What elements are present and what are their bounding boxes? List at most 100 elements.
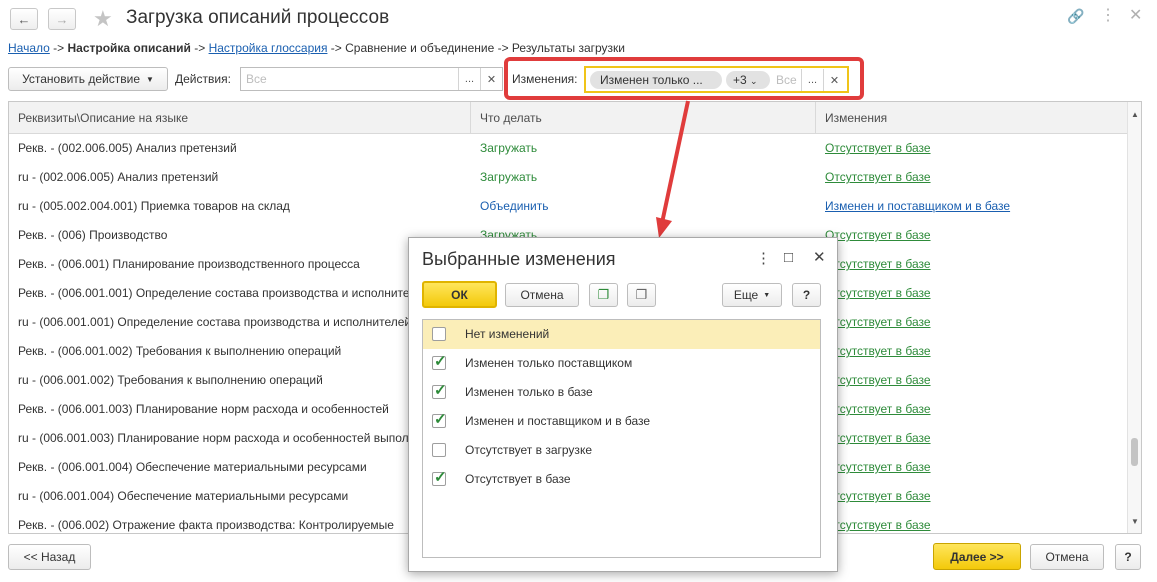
row-changes-link[interactable]: Отсутствует в базе (825, 257, 931, 271)
checkmark-icon: ✓ (434, 353, 447, 370)
table-header: Реквизиты\Описание на языке Что делать И… (9, 102, 1129, 134)
checklist-item[interactable]: ✓ Изменен и поставщиком и в базе (423, 407, 820, 436)
favorite-star-icon[interactable]: ★ (93, 6, 113, 32)
dialog-more-icon[interactable]: ⋮ (756, 249, 771, 267)
row-changes-link[interactable]: Отсутствует в базе (825, 344, 931, 358)
breadcrumb-glossary-link[interactable]: Настройка глоссария (209, 41, 328, 55)
close-window-icon[interactable]: ✕ (1129, 5, 1142, 25)
row-changes-link[interactable]: Отсутствует в базе (825, 286, 931, 300)
dropdown-arrow-icon: ▼ (146, 74, 154, 84)
scroll-down-arrow-icon[interactable]: ▼ (1131, 517, 1139, 526)
row-details-cell: ru - (005.002.004.001) Приемка товаров н… (18, 199, 290, 213)
row-changes-link[interactable]: Отсутствует в базе (825, 460, 931, 474)
table-row[interactable]: ru - (005.002.004.001) Приемка товаров н… (9, 192, 1129, 221)
checklist-item[interactable]: ✓ Изменен только в базе (423, 378, 820, 407)
actions-clear-button[interactable]: ✕ (480, 68, 502, 90)
dialog-help-button[interactable]: ? (792, 283, 821, 307)
row-changes-cell: Изменен и поставщиком и в базе (816, 192, 1129, 221)
table-row[interactable]: ru - (002.006.005) Анализ претензий Загру… (9, 163, 1129, 192)
column-header-changes[interactable]: Изменения (816, 102, 1129, 134)
set-action-label: Установить действие (22, 72, 141, 86)
row-changes-cell: Отсутствует в базе (816, 395, 1129, 424)
vertical-scrollbar[interactable]: ▲ ▼ (1127, 102, 1141, 533)
window-title: Загрузка описаний процессов (126, 7, 390, 28)
set-action-button[interactable]: Установить действие ▼ (8, 67, 168, 91)
row-details-cell: Рекв. - (006.002) Отражение факта произв… (18, 518, 394, 532)
row-changes-cell: Отсутствует в базе (816, 163, 1129, 192)
actions-filter-field[interactable]: Все ... ✕ (240, 67, 503, 91)
row-details-cell: ru - (006.001.001) Определение состава п… (18, 315, 412, 329)
dialog-maximize-icon[interactable]: □ (784, 249, 793, 266)
row-changes-cell: Отсутствует в базе (816, 482, 1129, 511)
row-details-cell: ru - (006.001.002) Требования к выполнен… (18, 373, 323, 387)
help-button[interactable]: ? (1115, 544, 1141, 570)
row-changes-cell: Отсутствует в базе (816, 511, 1129, 533)
link-icon[interactable]: 🔗 (1067, 8, 1084, 25)
row-changes-link[interactable]: Отсутствует в базе (825, 489, 931, 503)
row-changes-link[interactable]: Отсутствует в базе (825, 141, 931, 155)
breadcrumb-separator: -> (49, 41, 68, 55)
breadcrumb-current: Настройка описаний (67, 41, 191, 55)
dialog-ok-button[interactable]: ОК (422, 281, 497, 308)
row-details-cell: Рекв. - (002.006.005) Анализ претензий (18, 141, 237, 155)
column-header-details[interactable]: Реквизиты\Описание на языке (9, 102, 471, 134)
more-menu-icon[interactable]: ⋮ (1100, 5, 1116, 25)
actions-select-button[interactable]: ... (458, 68, 480, 90)
checklist-item[interactable]: Нет изменений (423, 320, 820, 349)
row-changes-cell: Отсутствует в базе (816, 453, 1129, 482)
checkbox[interactable]: ✓ (432, 353, 447, 370)
selected-changes-dialog: Выбранные изменения ⋮ □ ✕ ОК Отмена ❐ ❐ … (408, 237, 838, 572)
dialog-more-label: Еще (733, 288, 759, 302)
row-changes-link[interactable]: Отсутствует в базе (825, 170, 931, 184)
cancel-button[interactable]: Отмена (1030, 544, 1104, 570)
row-details-cell: Рекв. - (006.001) Планирование производс… (18, 257, 360, 271)
row-details-cell: Рекв. - (006.001.004) Обеспечение матери… (18, 460, 367, 474)
row-changes-link[interactable]: Отсутствует в базе (825, 518, 931, 532)
dialog-close-icon[interactable]: ✕ (813, 248, 826, 266)
actions-label: Действия: (175, 72, 231, 86)
checklist-item[interactable]: Отсутствует в загрузке (423, 436, 820, 465)
table-row[interactable]: Рекв. - (002.006.005) Анализ претензий За… (9, 134, 1129, 163)
uncheck-all-button[interactable]: ❐ (627, 283, 656, 307)
dialog-cancel-button[interactable]: Отмена (505, 283, 579, 307)
next-button[interactable]: Далее >> (933, 543, 1021, 570)
row-changes-link[interactable]: Отсутствует в базе (825, 228, 931, 242)
row-changes-link[interactable]: Отсутствует в базе (825, 373, 931, 387)
checkbox[interactable]: ✓ (432, 469, 447, 486)
row-changes-link[interactable]: Отсутствует в базе (825, 431, 931, 445)
breadcrumb-separator: -> (190, 41, 209, 55)
checklist-item-label: Изменен только поставщиком (465, 356, 633, 370)
scroll-up-arrow-icon[interactable]: ▲ (1131, 110, 1139, 119)
row-changes-cell: Отсутствует в базе (816, 134, 1129, 163)
back-nav-button[interactable]: ← (10, 8, 38, 30)
checkbox[interactable] (432, 327, 446, 341)
checklist-item-label: Отсутствует в базе (465, 472, 571, 486)
checkbox[interactable]: ✓ (432, 382, 447, 399)
breadcrumb-start-link[interactable]: Начало (8, 41, 50, 55)
check-all-button[interactable]: ❐ (589, 283, 618, 307)
forward-nav-button[interactable]: → (48, 8, 76, 30)
checklist-item[interactable]: ✓ Изменен только поставщиком (423, 349, 820, 378)
row-changes-cell: Отсутствует в базе (816, 250, 1129, 279)
row-changes-link[interactable]: Изменен и поставщиком и в базе (825, 199, 1010, 213)
checklist-item-label: Изменен только в базе (465, 385, 593, 399)
checklist-item-label: Изменен и поставщиком и в базе (465, 414, 651, 428)
checkmark-icon: ✓ (434, 411, 447, 428)
checkbox[interactable]: ✓ (432, 411, 447, 428)
check-all-icon: ❐ (597, 287, 610, 302)
arrow-right-icon: → (55, 11, 69, 27)
checkmark-icon: ✓ (434, 469, 447, 486)
row-changes-cell: Отсутствует в базе (816, 424, 1129, 453)
row-changes-cell: Отсутствует в базе (816, 308, 1129, 337)
row-changes-cell: Отсутствует в базе (816, 279, 1129, 308)
row-changes-link[interactable]: Отсутствует в базе (825, 402, 931, 416)
back-button[interactable]: << Назад (8, 544, 91, 570)
highlight-callout-box (504, 57, 864, 100)
dialog-more-button[interactable]: Еще ▼ (722, 283, 782, 307)
row-details-cell: Рекв. - (006.001.003) Планирование норм … (18, 402, 389, 416)
row-changes-link[interactable]: Отсутствует в базе (825, 315, 931, 329)
checklist-item[interactable]: ✓ Отсутствует в базе (423, 465, 820, 494)
actions-placeholder: Все (246, 72, 267, 86)
scrollbar-thumb[interactable] (1131, 438, 1138, 466)
checkbox[interactable] (432, 443, 446, 457)
